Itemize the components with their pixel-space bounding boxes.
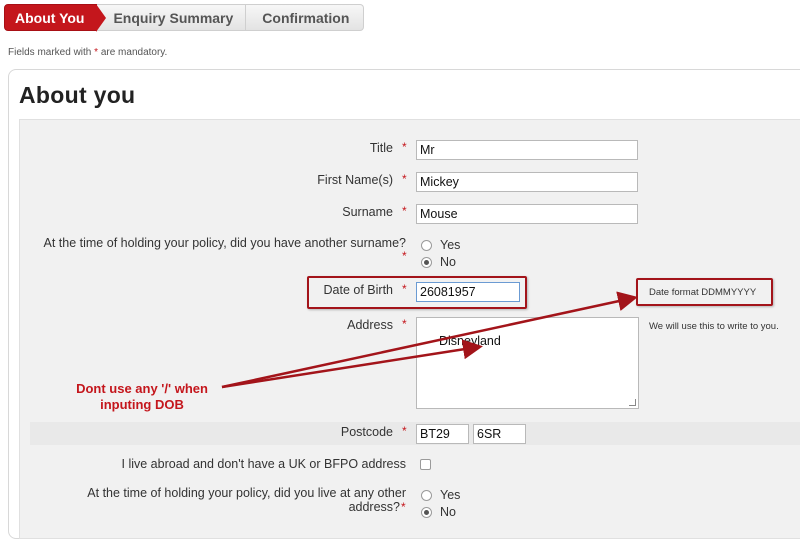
annotation-arrows bbox=[221, 291, 638, 389]
annotation-text: Dont use any '/' when inputing DOB bbox=[76, 381, 208, 412]
arrow-to-format bbox=[221, 291, 638, 389]
arrow-to-address bbox=[221, 339, 483, 389]
